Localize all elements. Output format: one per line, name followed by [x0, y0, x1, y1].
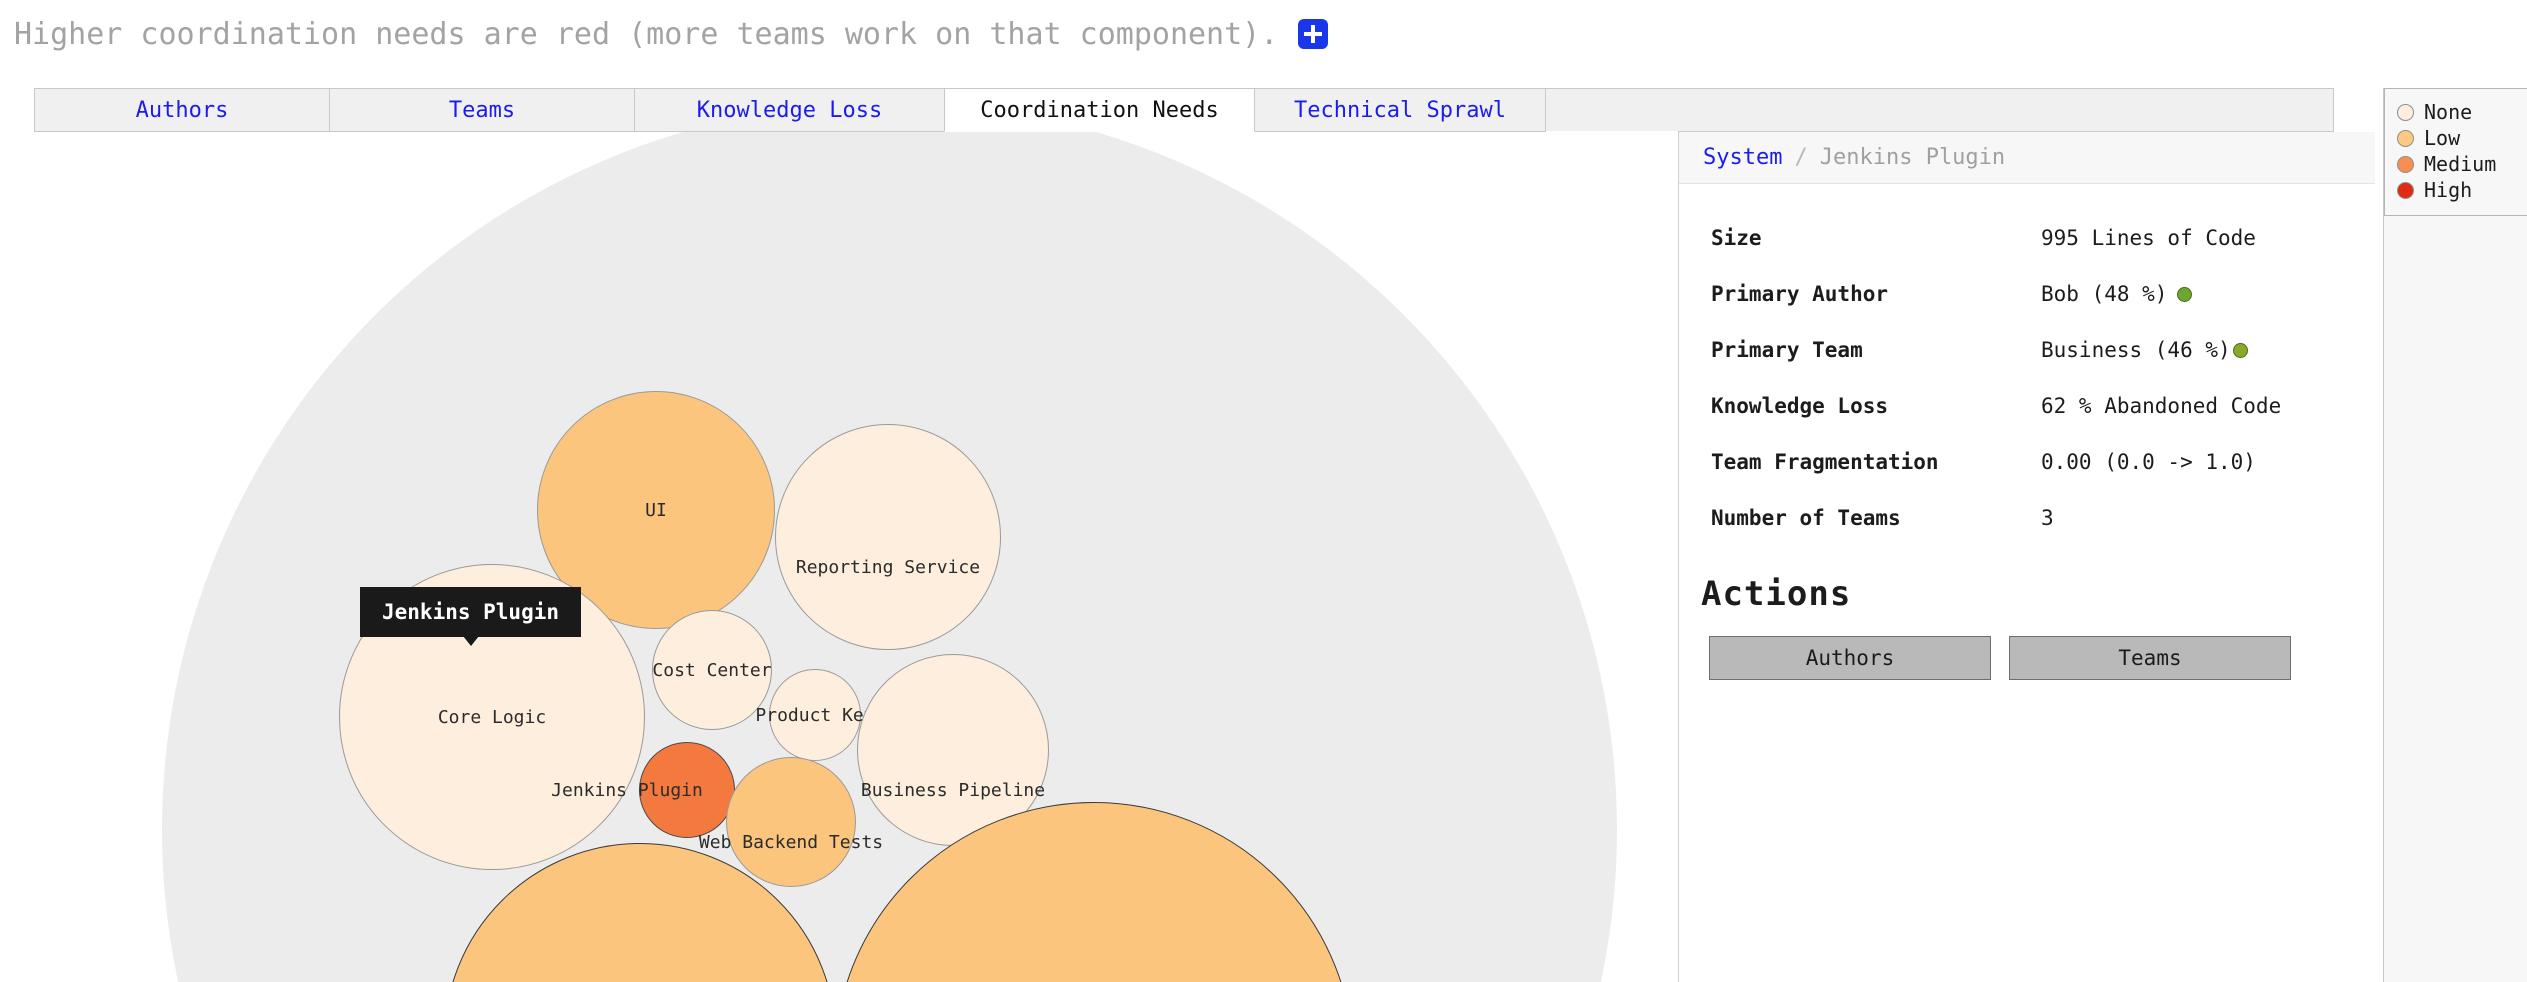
- detail-key: Size: [1711, 226, 1762, 250]
- legend-swatch-high: [2397, 181, 2414, 199]
- bubble-web-backend-tests[interactable]: Web Backend Tests: [699, 757, 883, 887]
- legend-item-high[interactable]: High: [2397, 177, 2527, 203]
- legend-swatch-low: [2397, 129, 2414, 147]
- detail-value: 0.00 (0.0 -> 1.0): [2041, 450, 2256, 474]
- legend-label: High: [2424, 178, 2473, 202]
- legend-swatch-medium: [2397, 155, 2414, 173]
- breadcrumb-root-link[interactable]: System: [1703, 145, 1782, 170]
- legend-item-low[interactable]: Low: [2397, 125, 2527, 151]
- bubble-jenkins-plugin[interactable]: Jenkins Plugin: [551, 742, 735, 838]
- page-header: Higher coordination needs are red (more …: [0, 0, 2527, 68]
- detail-row-size: Size 995 Lines of Code: [1711, 210, 2375, 266]
- tab-teams[interactable]: Teams: [329, 88, 635, 132]
- detail-value-text: 62 % Abandoned Code: [2041, 394, 2282, 418]
- tab-technical-sprawl[interactable]: Technical Sprawl: [1254, 88, 1546, 132]
- detail-key: Primary Author: [1711, 282, 1889, 306]
- bubble-label: Core Logic: [437, 706, 547, 728]
- detail-value: 995 Lines of Code: [2041, 226, 2256, 250]
- detail-key: Primary Team: [1711, 338, 1863, 362]
- bubble-label: Cost Center: [652, 659, 772, 681]
- bubble-product-key[interactable]: Product Key: [755, 669, 875, 761]
- bubble-label: Product Key: [755, 704, 875, 726]
- detail-row-primary-author: Primary Author Bob (48 %): [1711, 266, 2375, 322]
- detail-value: Bob (48 %): [2041, 282, 2193, 306]
- detail-table: Size 995 Lines of Code Primary Author Bo…: [1679, 184, 2375, 546]
- tab-coordination-needs[interactable]: Coordination Needs: [944, 88, 1255, 132]
- tab-authors[interactable]: Authors: [34, 88, 330, 132]
- detail-key: Knowledge Loss: [1711, 394, 1889, 418]
- legend: None Low Medium High: [2384, 88, 2527, 216]
- tab-label: Coordination Needs: [980, 97, 1219, 123]
- detail-value-text: Bob (48 %): [2041, 282, 2168, 306]
- detail-row-team-fragmentation: Team Fragmentation 0.00 (0.0 -> 1.0): [1711, 434, 2375, 490]
- tooltip-label: Jenkins Plugin: [382, 600, 560, 624]
- app-root: Higher coordination needs are red (more …: [0, 0, 2527, 982]
- legend-item-none[interactable]: None: [2397, 99, 2527, 125]
- detail-value: 3: [2041, 506, 2054, 530]
- actions-row: Authors Teams: [1709, 636, 2375, 680]
- author-status-dot: [2177, 286, 2193, 302]
- detail-value: 62 % Abandoned Code: [2041, 394, 2281, 418]
- detail-value-text: 995 Lines of Code: [2041, 226, 2256, 250]
- detail-row-knowledge-loss: Knowledge Loss 62 % Abandoned Code: [1711, 378, 2375, 434]
- legend-panel: None Low Medium High: [2383, 88, 2527, 982]
- tab-knowledge-loss[interactable]: Knowledge Loss: [634, 88, 945, 132]
- team-status-dot: [2232, 342, 2248, 358]
- bubble-chart[interactable]: UI Reporting Service Core Logic Cost Center…: [0, 132, 1678, 982]
- bubble-label: Business Pipeline: [860, 779, 1046, 801]
- detail-panel: System / Jenkins Plugin Size 995 Lines o…: [1679, 132, 2375, 982]
- action-button-label: Teams: [2118, 646, 2182, 670]
- detail-value: Business (46 %): [2041, 338, 2248, 362]
- detail-value-text: 3: [2041, 506, 2054, 530]
- breadcrumb: System / Jenkins Plugin: [1679, 132, 2375, 184]
- legend-label: None: [2424, 100, 2473, 124]
- legend-swatch-none: [2397, 103, 2414, 121]
- detail-value-text: Business (46 %): [2041, 338, 2231, 362]
- actions-heading: Actions: [1701, 574, 1852, 614]
- plus-icon[interactable]: [1298, 19, 1329, 49]
- tab-label: Teams: [448, 97, 516, 123]
- breadcrumb-current: Jenkins Plugin: [1819, 145, 2006, 170]
- detail-row-primary-team: Primary Team Business (46 %): [1711, 322, 2375, 378]
- action-teams-button[interactable]: Teams: [2009, 636, 2291, 680]
- tab-bar: Authors Teams Knowledge Loss Coordinatio…: [0, 88, 2375, 132]
- bubble-cost-center[interactable]: Cost Center: [652, 610, 772, 730]
- bubble-tooltip: Jenkins Plugin: [360, 587, 582, 646]
- detail-key: Number of Teams: [1711, 506, 1901, 530]
- detail-key: Team Fragmentation: [1711, 450, 1939, 474]
- tab-label: Authors: [135, 97, 229, 123]
- detail-value-text: 0.00 (0.0 -> 1.0): [2041, 450, 2256, 474]
- legend-label: Low: [2424, 126, 2461, 150]
- bubble-reporting-service[interactable]: Reporting Service: [775, 424, 1001, 650]
- action-button-label: Authors: [1805, 646, 1895, 670]
- breadcrumb-separator: /: [1794, 145, 1808, 170]
- tab-label: Technical Sprawl: [1294, 97, 1506, 123]
- legend-label: Medium: [2424, 152, 2497, 176]
- tab-label: Knowledge Loss: [696, 97, 883, 123]
- legend-item-medium[interactable]: Medium: [2397, 151, 2527, 177]
- page-title: Higher coordination needs are red (more …: [14, 16, 1279, 52]
- bubble-label: UI: [645, 499, 667, 521]
- action-authors-button[interactable]: Authors: [1709, 636, 1991, 680]
- detail-row-number-of-teams: Number of Teams 3: [1711, 490, 2375, 546]
- bubble-label: Reporting Service: [795, 556, 981, 578]
